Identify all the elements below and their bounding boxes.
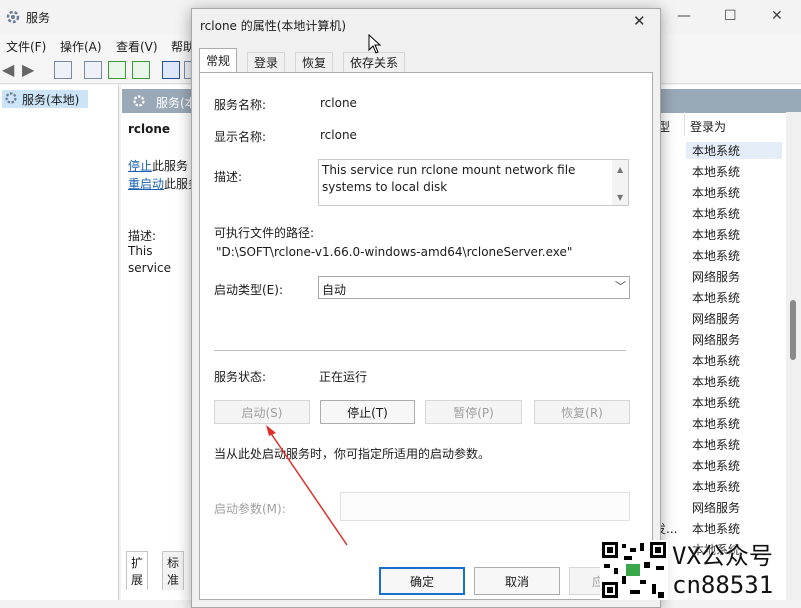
display-name-label: 显示名称: (214, 130, 267, 144)
exe-path-label: 可执行文件的路径: (214, 226, 315, 240)
cancel-button[interactable]: 取消 (474, 567, 560, 595)
annotation-arrow (266, 425, 348, 546)
table-row-logon[interactable]: 本地系统 (692, 436, 740, 453)
export-list-icon[interactable] (132, 61, 150, 79)
back-arrow-icon[interactable]: ◀ (2, 60, 14, 79)
dialog-close-button[interactable]: ✕ (633, 12, 646, 30)
menu-view[interactable]: 查看(V) (116, 38, 158, 55)
menu-action[interactable]: 操作(A) (60, 38, 102, 55)
forward-arrow-icon[interactable]: ▶ (22, 60, 34, 79)
menu-file[interactable]: 文件(F) (6, 38, 46, 55)
table-row-logon[interactable]: 本地系统 (692, 373, 740, 390)
help-icon[interactable] (162, 61, 180, 79)
table-row-logon[interactable]: 本地系统 (692, 478, 740, 495)
tree-item-label: 服务(本地) (22, 93, 80, 107)
table-row-logon[interactable]: 本地系统 (692, 247, 740, 264)
description-text: This service run rclone mount network fi… (322, 163, 576, 194)
close-button[interactable]: ✕ (771, 8, 783, 24)
restart-service-link[interactable]: 重启动 (128, 177, 164, 191)
stop-service-line: 停止此服务 (128, 157, 188, 174)
stop-service-link[interactable]: 停止 (128, 159, 152, 173)
tab-dependencies[interactable]: 依存关系 (343, 52, 406, 72)
chevron-down-icon[interactable]: ﹀ (615, 278, 626, 294)
section-divider (214, 350, 626, 351)
properties-icon[interactable] (84, 61, 102, 79)
minimize-button[interactable]: — (677, 8, 691, 24)
refresh-icon[interactable] (108, 61, 126, 79)
tab-extended[interactable]: 扩展 (126, 551, 149, 590)
startup-type-select[interactable] (318, 276, 630, 299)
scroll-up-icon[interactable]: ▲ (617, 165, 623, 174)
exe-path-value: "D:\SOFT\rclone-v1.66.0-windows-amd64\rc… (216, 245, 573, 259)
table-row-logon[interactable]: 网络服务 (692, 499, 740, 516)
display-name-value: rclone (320, 128, 357, 142)
main-window-title: 服务 (26, 11, 51, 25)
dialog-title: rclone 的属性(本地计算机) (200, 19, 347, 33)
startup-type-label: 启动类型(E): (214, 283, 283, 297)
qr-code-image (600, 540, 668, 600)
resume-button[interactable]: 恢复(R) (534, 400, 630, 424)
table-row-logon[interactable]: 本地系统 (692, 184, 740, 201)
table-row-logon[interactable]: 本地系统 (692, 352, 740, 369)
table-row-logon[interactable]: 本地系统 (692, 226, 740, 243)
table-row-logon[interactable]: 本地系统 (692, 289, 740, 306)
table-row-logon[interactable]: 本地系统 (692, 415, 740, 432)
table-row-logon[interactable]: 网络服务 (692, 310, 740, 327)
panel-desc-label: 描述: (128, 229, 157, 243)
table-row-logon[interactable]: 本地系统 (692, 205, 740, 222)
restart-service-line: 重启动此服务 (128, 175, 200, 192)
watermark-line-2: cn88531 (672, 571, 774, 599)
pause-button[interactable]: 暂停(P) (425, 400, 522, 424)
gear-icon (133, 95, 145, 107)
service-name-value: rclone (320, 96, 357, 110)
column-divider[interactable] (684, 112, 685, 136)
tab-logon[interactable]: 登录 (247, 52, 286, 72)
column-header-logon-as[interactable]: 登录为 (690, 118, 726, 135)
service-name-label: 服务名称: (214, 98, 267, 112)
service-status-label: 服务状态: (214, 370, 267, 384)
table-row-logon[interactable]: 本地系统 (692, 163, 740, 180)
gear-icon (5, 92, 17, 104)
stop-service-suffix: 此服务 (152, 159, 189, 173)
description-label: 描述: (214, 170, 243, 184)
selected-service-name: rclone (128, 122, 171, 136)
start-params-input[interactable] (340, 492, 630, 521)
watermark-line-1: VX公众号 (672, 542, 773, 570)
tab-standard[interactable]: 标准 (162, 551, 185, 590)
watermark: VX公众号 cn88531 (672, 542, 773, 600)
scrollbar-thumb[interactable] (790, 300, 796, 360)
table-row-logon[interactable]: 网络服务 (692, 331, 740, 348)
maximize-button[interactable]: ☐ (724, 8, 737, 24)
table-row-logon[interactable]: 本地系统 (692, 520, 740, 537)
table-row-logon[interactable]: 本地系统 (692, 394, 740, 411)
table-row-logon[interactable]: 本地系统 (686, 142, 782, 159)
tree-pane (0, 85, 119, 600)
service-status-value: 正在运行 (319, 370, 368, 384)
tab-recovery[interactable]: 恢复 (295, 52, 334, 72)
start-params-hint: 当从此处启动服务时，你可指定所适用的启动参数。 (214, 447, 491, 461)
table-row-logon[interactable]: 本地系统 (692, 457, 740, 474)
mouse-cursor-icon (368, 34, 382, 54)
tab-general[interactable]: 常规 (199, 48, 238, 72)
ok-button[interactable]: 确定 (379, 567, 465, 595)
services-app-icon (6, 10, 20, 24)
scroll-down-icon[interactable]: ▼ (617, 193, 623, 202)
show-hide-tree-icon[interactable] (54, 61, 72, 79)
table-row-logon[interactable]: 网络服务 (692, 268, 740, 285)
startup-type-value: 自动 (322, 283, 347, 297)
panel-desc-text: This service run rclone mount network fi… (128, 244, 189, 279)
